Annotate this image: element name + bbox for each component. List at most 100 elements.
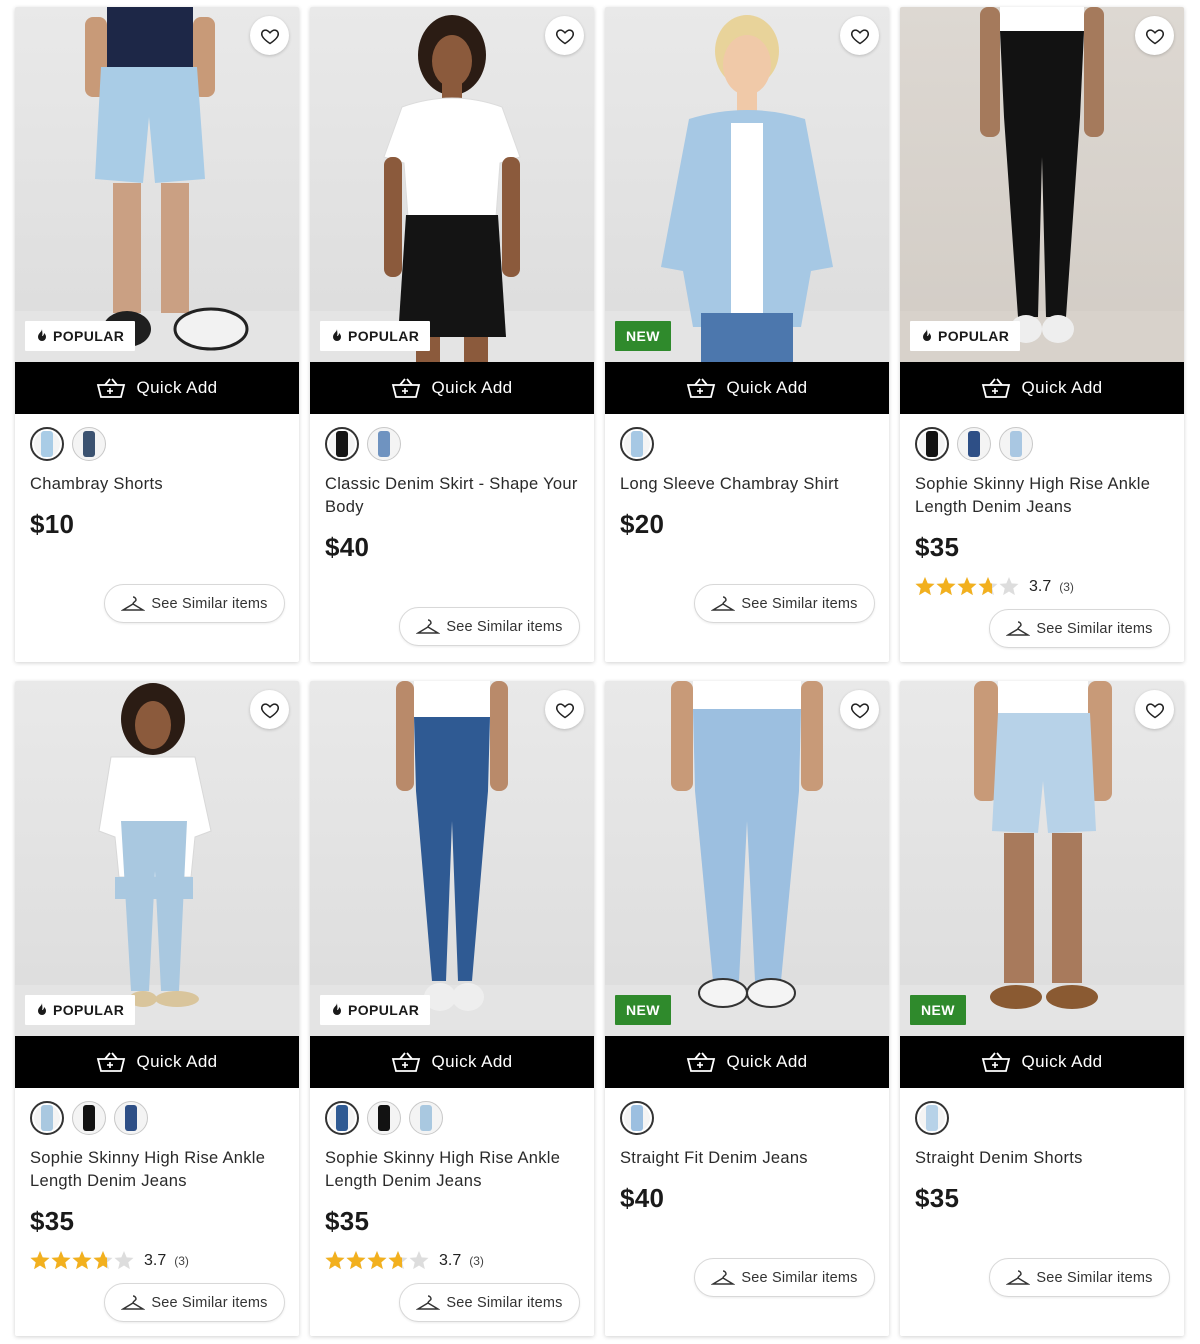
color-swatch[interactable] (114, 1101, 148, 1135)
color-swatch[interactable] (957, 427, 991, 461)
wishlist-button[interactable] (545, 690, 584, 729)
product-price: $35 (915, 532, 960, 562)
quick-add-button[interactable]: Quick Add (310, 1036, 594, 1088)
wishlist-button[interactable] (840, 16, 879, 55)
color-swatch[interactable] (367, 427, 401, 461)
quick-add-button[interactable]: Quick Add (605, 1036, 889, 1088)
see-similar-button[interactable]: See Similar items (104, 1283, 285, 1322)
color-swatches (30, 1101, 148, 1135)
quick-add-button[interactable]: Quick Add (15, 362, 299, 414)
hanger-icon (121, 595, 146, 611)
popular-badge: POPULAR (320, 995, 431, 1025)
quick-add-button[interactable]: Quick Add (900, 362, 1184, 414)
quick-add-button[interactable]: Quick Add (310, 362, 594, 414)
product-card[interactable]: POPULAR Quick Add Chambray Shorts $10 Se… (15, 7, 299, 662)
quick-add-button[interactable]: Quick Add (15, 1036, 299, 1088)
review-count[interactable]: (3) (469, 1254, 484, 1268)
product-image[interactable] (310, 681, 594, 1037)
color-swatch[interactable] (30, 1101, 64, 1135)
wishlist-button[interactable] (545, 16, 584, 55)
product-image[interactable] (605, 7, 889, 363)
review-count[interactable]: (3) (1059, 580, 1074, 594)
product-card[interactable]: NEW Quick Add Straight Denim Shorts $35 … (900, 681, 1184, 1336)
popular-badge: POPULAR (25, 995, 136, 1025)
star-filled (325, 1251, 345, 1270)
see-similar-button[interactable]: See Similar items (694, 584, 875, 623)
rating-value: 3.7 (1029, 578, 1052, 595)
product-name[interactable]: Sophie Skinny High Rise Ankle Length Den… (915, 473, 1171, 519)
product-grid: POPULAR Quick Add Chambray Shorts $10 Se… (15, 7, 1186, 1336)
popular-badge: POPULAR (25, 321, 136, 351)
flame-icon (923, 329, 931, 341)
wishlist-button[interactable] (1135, 690, 1174, 729)
color-swatches (325, 427, 401, 461)
new-badge: NEW (615, 995, 671, 1025)
product-image[interactable] (15, 681, 299, 1037)
product-card[interactable]: POPULAR Quick Add Sophie Skinny High Ris… (310, 681, 594, 1336)
basket-icon (97, 378, 126, 398)
product-image[interactable] (900, 7, 1184, 363)
heart-icon (555, 702, 574, 718)
product-card[interactable]: NEW Quick Add Long Sleeve Chambray Shirt… (605, 7, 889, 662)
product-card[interactable]: POPULAR Quick Add Classic Denim Skirt - … (310, 7, 594, 662)
wishlist-button[interactable] (250, 690, 289, 729)
color-swatch[interactable] (367, 1101, 401, 1135)
rating-value: 3.7 (144, 1252, 167, 1269)
basket-icon (392, 378, 421, 398)
see-similar-button[interactable]: See Similar items (989, 1258, 1170, 1297)
see-similar-button[interactable]: See Similar items (694, 1258, 875, 1297)
quick-add-button[interactable]: Quick Add (900, 1036, 1184, 1088)
product-price: $35 (915, 1183, 960, 1213)
color-swatch[interactable] (999, 427, 1033, 461)
star-empty (999, 577, 1019, 596)
wishlist-button[interactable] (250, 16, 289, 55)
product-name[interactable]: Sophie Skinny High Rise Ankle Length Den… (325, 1147, 581, 1193)
wishlist-button[interactable] (840, 690, 879, 729)
product-name[interactable]: Straight Denim Shorts (915, 1147, 1171, 1170)
product-name[interactable]: Sophie Skinny High Rise Ankle Length Den… (30, 1147, 286, 1193)
star-rating (30, 1251, 134, 1270)
star-empty (409, 1251, 429, 1270)
product-name[interactable]: Straight Fit Denim Jeans (620, 1147, 876, 1170)
flame-icon (38, 329, 46, 341)
product-name[interactable]: Classic Denim Skirt - Shape Your Body (325, 473, 581, 519)
see-similar-button[interactable]: See Similar items (989, 609, 1170, 648)
quick-add-button[interactable]: Quick Add (605, 362, 889, 414)
heart-icon (1145, 702, 1164, 718)
flame-icon (333, 329, 341, 341)
heart-icon (260, 702, 279, 718)
product-card[interactable]: NEW Quick Add Straight Fit Denim Jeans $… (605, 681, 889, 1336)
product-image[interactable] (310, 7, 594, 363)
product-image[interactable] (900, 681, 1184, 1037)
hanger-icon (1006, 620, 1031, 636)
see-similar-button[interactable]: See Similar items (104, 584, 285, 623)
color-swatches (915, 1101, 949, 1135)
color-swatch[interactable] (325, 1101, 359, 1135)
product-image[interactable] (15, 7, 299, 363)
color-swatch[interactable] (72, 427, 106, 461)
product-image[interactable] (605, 681, 889, 1037)
new-badge: NEW (615, 321, 671, 351)
product-name[interactable]: Chambray Shorts (30, 473, 286, 496)
color-swatch[interactable] (72, 1101, 106, 1135)
review-count[interactable]: (3) (174, 1254, 189, 1268)
product-price: $40 (620, 1183, 665, 1213)
see-similar-button[interactable]: See Similar items (399, 607, 580, 646)
color-swatches (30, 427, 106, 461)
color-swatch[interactable] (620, 427, 654, 461)
see-similar-button[interactable]: See Similar items (399, 1283, 580, 1322)
hanger-icon (121, 1294, 146, 1310)
product-card[interactable]: POPULAR Quick Add Sophie Skinny High Ris… (15, 681, 299, 1336)
color-swatch[interactable] (915, 1101, 949, 1135)
color-swatch[interactable] (915, 427, 949, 461)
heart-icon (850, 702, 869, 718)
color-swatch[interactable] (409, 1101, 443, 1135)
product-name[interactable]: Long Sleeve Chambray Shirt (620, 473, 876, 496)
wishlist-button[interactable] (1135, 16, 1174, 55)
rating: 3.7 (3) (30, 1251, 189, 1271)
basket-icon (687, 378, 716, 398)
color-swatch[interactable] (30, 427, 64, 461)
product-card[interactable]: POPULAR Quick Add Sophie Skinny High Ris… (900, 7, 1184, 662)
color-swatch[interactable] (325, 427, 359, 461)
color-swatch[interactable] (620, 1101, 654, 1135)
